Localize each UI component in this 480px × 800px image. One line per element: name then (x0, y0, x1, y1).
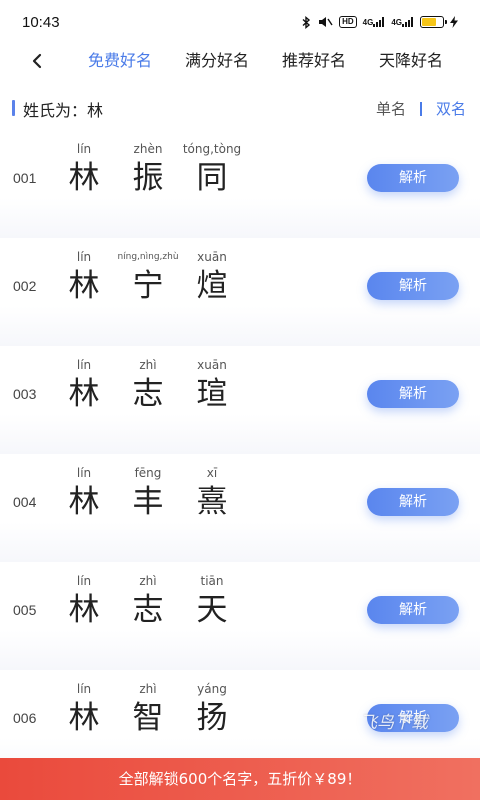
name-char: yáng 扬 (172, 680, 252, 738)
pinyin: xuān (197, 250, 227, 264)
name-index: 006 (13, 710, 37, 726)
name-row: 003 lín 林 zhì 志 xuān 瑄 解析 (0, 346, 480, 454)
name-index: 003 (13, 386, 37, 402)
surname-header: 姓氏为：林 单名 双名 (0, 96, 480, 122)
hanzi: 天 (196, 592, 228, 628)
charging-icon (450, 16, 458, 28)
tab-free-names[interactable]: 免费好名 (88, 44, 152, 78)
tab-bar: 免费好名 满分好名 推荐好名 天降好名 (0, 44, 480, 78)
hanzi: 熹 (196, 484, 228, 520)
analyze-button[interactable]: 解析 (367, 380, 459, 408)
name-length-switch: 单名 双名 (376, 98, 466, 119)
name-index: 005 (13, 602, 37, 618)
hd-badge: HD (339, 16, 357, 28)
signal-icon: 4G (363, 17, 386, 27)
hanzi: 瑄 (196, 376, 228, 412)
name-char: xuān 瑄 (172, 356, 252, 414)
name-row: 004 lín 林 fēng 丰 xī 熹 解析 (0, 454, 480, 562)
pinyin: xī (206, 466, 218, 480)
name-index: 001 (13, 170, 37, 186)
pinyin: xuān (197, 358, 227, 372)
pinyin: yáng (197, 682, 227, 696)
hanzi: 煊 (196, 268, 228, 304)
hanzi: 同 (196, 160, 228, 196)
double-name-option[interactable]: 双名 (436, 98, 466, 119)
name-char: tiān 天 (172, 572, 252, 630)
name-row: 005 lín 林 zhì 志 tiān 天 解析 (0, 562, 480, 670)
analyze-button[interactable]: 解析 (367, 596, 459, 624)
name-index: 002 (13, 278, 37, 294)
mode-divider (419, 101, 422, 116)
surname-label: 姓氏为：林 (23, 101, 104, 120)
name-row: 002 lín 林 níng,nìng,zhù 宁 xuān 煊 解析 (0, 238, 480, 346)
tab-heaven-names[interactable]: 天降好名 (379, 44, 443, 78)
battery-level (422, 18, 436, 26)
status-icons: HD 4G 4G (301, 15, 458, 29)
name-row: 001 lín 林 zhèn 振 tóng,tòng 同 解析 (0, 130, 480, 238)
hanzi: 扬 (196, 700, 228, 736)
unlock-banner[interactable]: 全部解锁600个名字，五折价￥89！ (0, 758, 480, 800)
chevron-left-icon (32, 53, 42, 69)
analyze-button[interactable]: 解析 (367, 272, 459, 300)
pinyin: tiān (200, 574, 224, 588)
status-bar: 10:43 HD 4G 4G (0, 0, 480, 44)
single-name-option[interactable]: 单名 (376, 98, 406, 119)
network-type-label: 4G (362, 17, 374, 27)
battery-icon (420, 16, 447, 28)
section-marker (12, 100, 15, 116)
name-list: 001 lín 林 zhèn 振 tóng,tòng 同 解析 002 lín 林 ní… (0, 130, 480, 778)
network-type-label-2: 4G (391, 17, 402, 27)
pinyin: tóng,tòng (182, 142, 242, 156)
name-char: xuān 煊 (172, 248, 252, 306)
watermark: 飞鸟下载 (360, 713, 428, 733)
name-char: tóng,tòng 同 (172, 140, 252, 198)
analyze-button[interactable]: 解析 (367, 164, 459, 192)
bluetooth-icon (301, 15, 311, 29)
tabs: 免费好名 满分好名 推荐好名 天降好名 (88, 44, 476, 78)
signal-icon-2: 4G (391, 17, 414, 27)
name-index: 004 (13, 494, 37, 510)
name-char: xī 熹 (172, 464, 252, 522)
back-button[interactable] (24, 48, 50, 74)
tab-recommended-names[interactable]: 推荐好名 (282, 44, 346, 78)
status-time: 10:43 (22, 13, 60, 31)
mute-icon (317, 16, 333, 28)
tab-perfect-names[interactable]: 满分好名 (185, 44, 249, 78)
analyze-button[interactable]: 解析 (367, 488, 459, 516)
